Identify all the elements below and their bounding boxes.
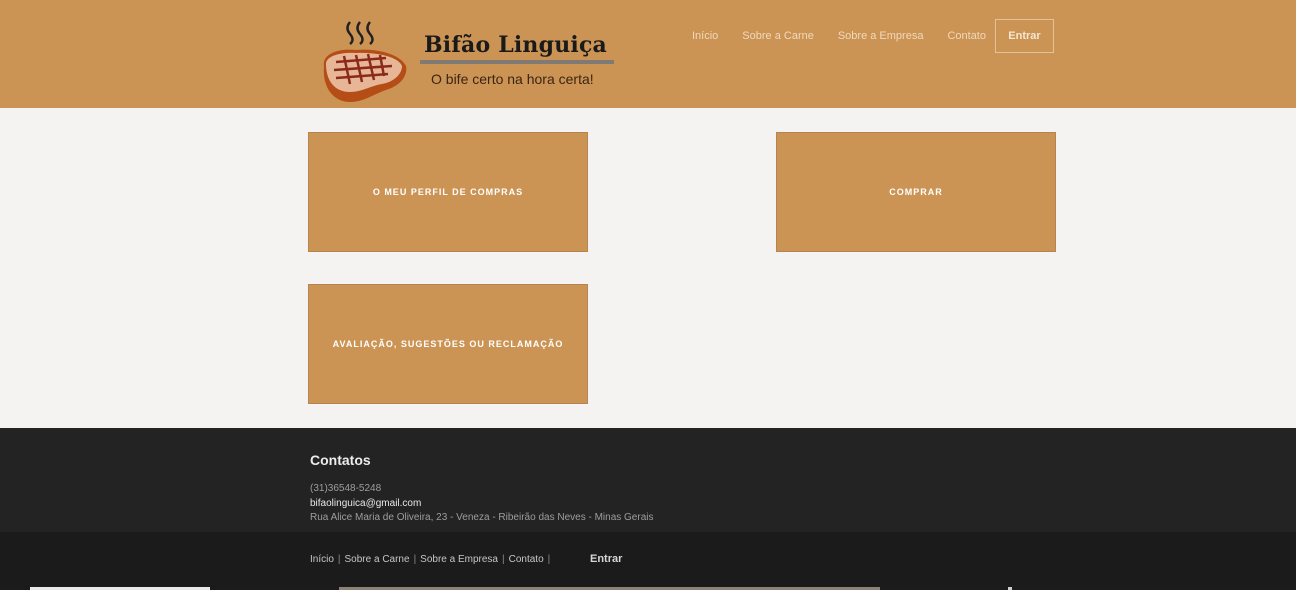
nav-item-sobre-a-empresa[interactable]: Sobre a Empresa [838,30,924,42]
footer-phone: (31)36548-5248 [310,483,382,494]
steak-logo-icon[interactable] [316,18,412,108]
nav-item-sobre-a-carne[interactable]: Sobre a Carne [742,30,814,42]
footer-links: Início | Sobre a Carne | Sobre a Empresa… [310,554,554,565]
tile-meu-perfil-de-compras[interactable]: O MEU PERFIL DE COMPRAS [308,132,588,252]
footer-link-separator: | [413,554,417,565]
main-nav: Início Sobre a Carne Sobre a Empresa Con… [692,30,1010,42]
nav-item-contato[interactable]: Contato [947,30,986,42]
footer-link-sobre-a-empresa[interactable]: Sobre a Empresa [420,554,498,565]
footer-link-contato[interactable]: Contato [509,554,544,565]
bottom-bar: Início | Sobre a Carne | Sobre a Empresa… [0,532,1296,590]
login-button[interactable]: Entrar [995,19,1054,53]
footer-link-inicio[interactable]: Início [310,554,334,565]
tile-comprar[interactable]: COMPRAR [776,132,1056,252]
nav-item-inicio[interactable]: Início [692,30,718,42]
footer-title: Contatos [310,452,371,468]
site-header: Bifão Linguiça O bife certo na hora cert… [0,0,1296,108]
tile-avaliacao-sugestoes-reclamacao[interactable]: AVALIAÇÃO, SUGESTÕES OU RECLAMAÇÃO [308,284,588,404]
footer-link-sobre-a-carne[interactable]: Sobre a Carne [345,554,410,565]
footer-email[interactable]: bifaolinguica@gmail.com [310,498,421,509]
footer-address: Rua Alice Maria de Oliveira, 23 - Veneza… [310,512,654,523]
footer-link-separator: | [547,554,551,565]
footer-link-separator: | [337,554,341,565]
footer-login-button[interactable]: Entrar [590,553,622,565]
footer-link-separator: | [502,554,505,565]
brand-name[interactable]: Bifão Linguiça [424,32,607,58]
brand-divider [420,60,614,64]
brand-slogan: O bife certo na hora certa! [431,71,594,87]
site-footer: Contatos (31)36548-5248 bifaolinguica@gm… [0,428,1296,532]
